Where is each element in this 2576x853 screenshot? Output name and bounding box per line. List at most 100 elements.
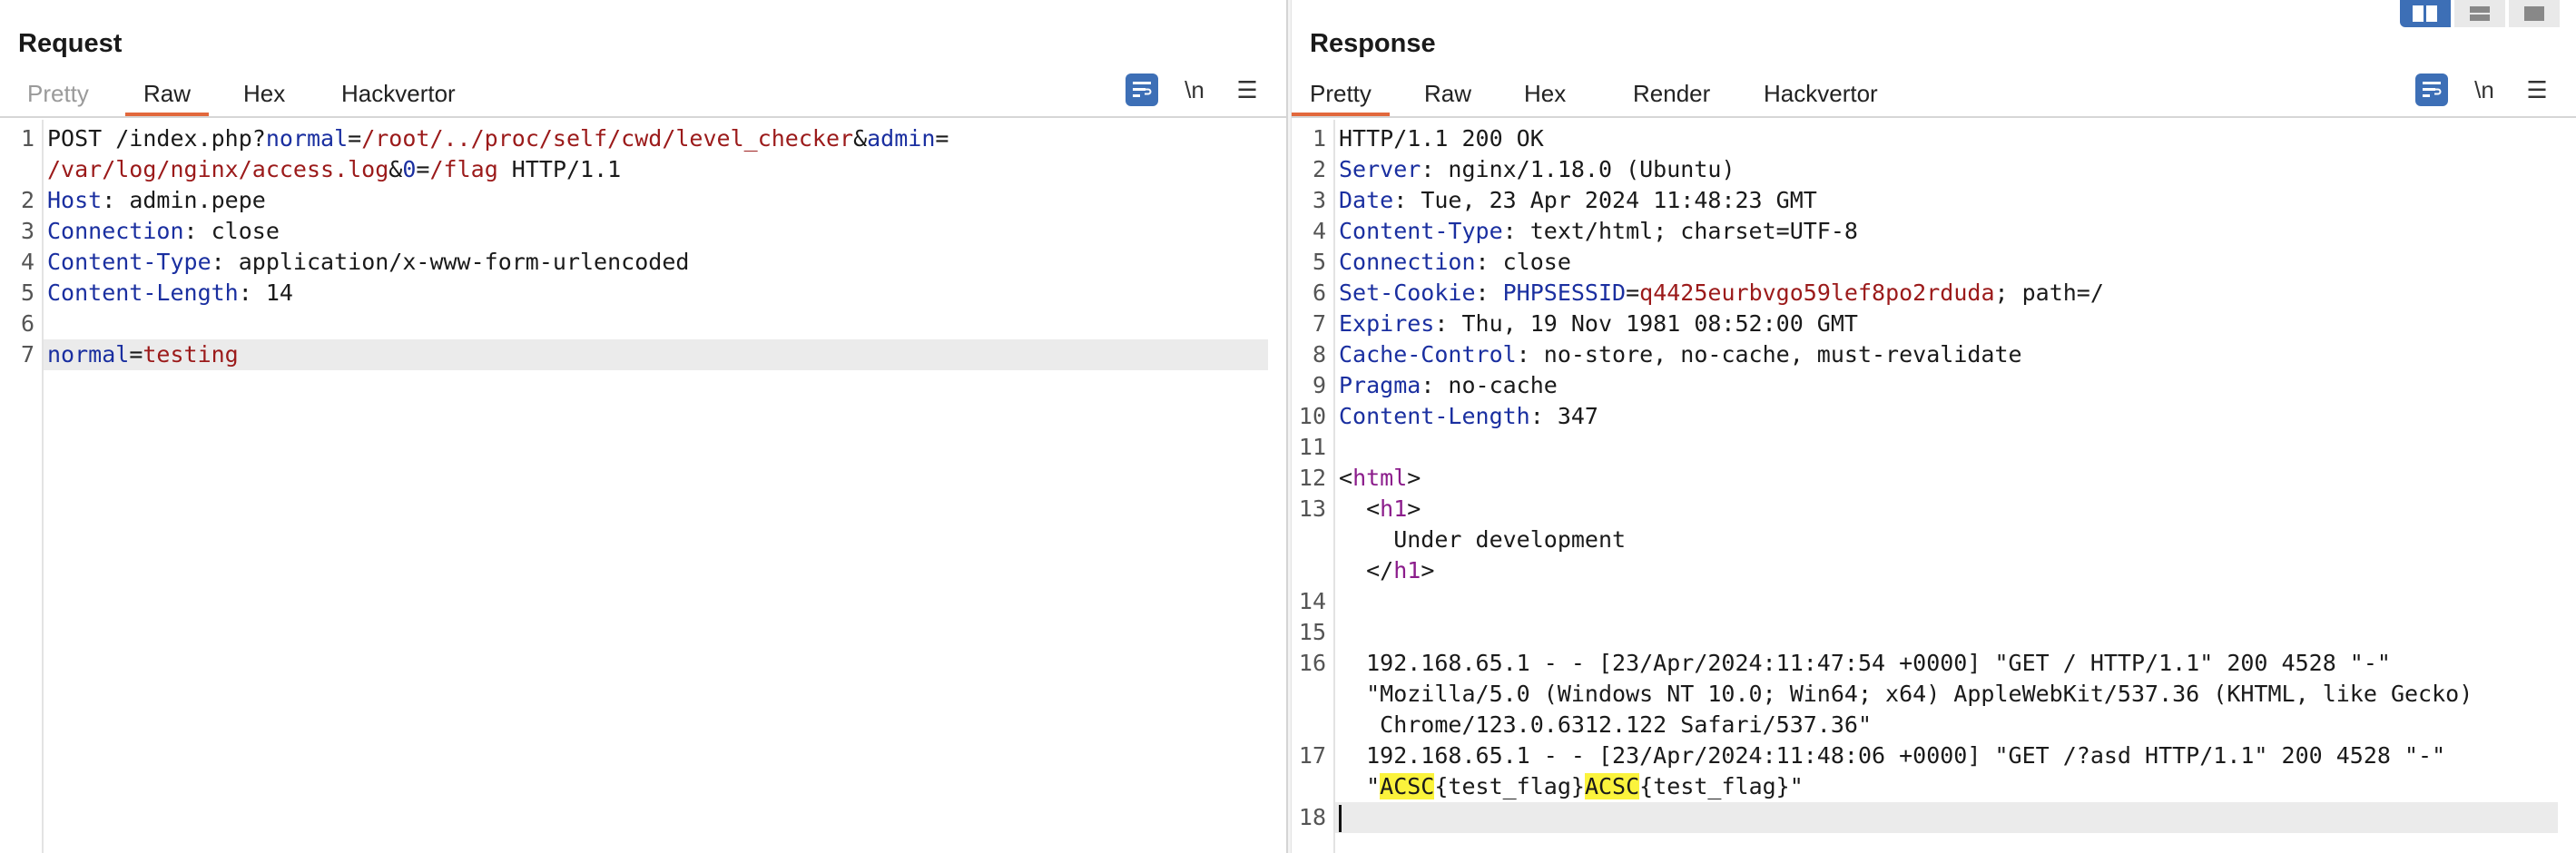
line-number: 15 bbox=[1298, 619, 1326, 645]
code-text: : admin.pepe bbox=[102, 187, 266, 213]
line-number: 3 bbox=[1312, 187, 1326, 213]
code-text: : close bbox=[183, 218, 280, 244]
code-line: Server: nginx/1.18.0 (Ubuntu) bbox=[1339, 156, 1735, 182]
request-tabs: Pretty Raw Hex Hackvertor bbox=[0, 73, 1286, 118]
word-wrap-toggle-icon[interactable] bbox=[1126, 74, 1158, 106]
request-editor[interactable]: 1234567 POST /index.php?normal=/root/../… bbox=[0, 120, 1286, 853]
code-text: & bbox=[853, 125, 868, 152]
header-name: Connection bbox=[1339, 249, 1476, 275]
line-number: 8 bbox=[1312, 341, 1326, 368]
header-name: Content-Type bbox=[1339, 218, 1503, 244]
code-line: Content-Length: 14 bbox=[47, 279, 293, 306]
code-line: Set-Cookie: PHPSESSID=q4425eurbvgo59lef8… bbox=[1339, 279, 2104, 306]
tab-hackvertor[interactable]: Hackvertor bbox=[323, 78, 474, 113]
show-newlines-toggle[interactable]: \n bbox=[1178, 74, 1211, 106]
code-text: {test_flag}" bbox=[1639, 773, 1804, 799]
header-name: Expires bbox=[1339, 310, 1435, 337]
menu-icon[interactable]: ☰ bbox=[1231, 74, 1263, 106]
line-number: 18 bbox=[1298, 804, 1326, 830]
code-text: > bbox=[1407, 495, 1421, 522]
line-number: 1 bbox=[20, 125, 34, 152]
header-name: Connection bbox=[47, 218, 184, 244]
code-line: Cache-Control: no-store, no-cache, must-… bbox=[1339, 341, 2022, 368]
code-text: : close bbox=[1475, 249, 1571, 275]
code-line: /var/log/nginx/access.log&0=/flag HTTP/1… bbox=[47, 156, 621, 182]
html-tag: h1 bbox=[1380, 495, 1408, 522]
line-number: 5 bbox=[1312, 249, 1326, 275]
code-text: : Tue, 23 Apr 2024 11:48:23 GMT bbox=[1393, 187, 1817, 213]
text-caret bbox=[1339, 805, 1342, 832]
header-name: PHPSESSID bbox=[1502, 279, 1627, 306]
code-line bbox=[1339, 804, 1342, 832]
line-number: 2 bbox=[20, 187, 34, 213]
line-number: 7 bbox=[20, 341, 34, 368]
param-value: testing bbox=[143, 341, 239, 368]
code-text: : application/x-www-form-urlencoded bbox=[211, 249, 690, 275]
code-text: : text/html; charset=UTF-8 bbox=[1502, 218, 1858, 244]
html-tag: html bbox=[1352, 465, 1408, 491]
search-match: ACSC bbox=[1380, 773, 1435, 799]
request-pane: Request Pretty Raw Hex Hackvertor \n ☰ 1… bbox=[0, 0, 1286, 853]
code-text: : 347 bbox=[1529, 403, 1598, 429]
header-name: Pragma bbox=[1339, 372, 1421, 398]
param-value: q4425eurbvgo59lef8po2rduda bbox=[1639, 279, 1995, 306]
line-number: 12 bbox=[1298, 465, 1326, 491]
code-line: Under development bbox=[1339, 526, 1626, 553]
code-line: 192.168.65.1 - - [23/Apr/2024:11:48:06 +… bbox=[1339, 742, 2445, 769]
param-value: /var/log/nginx/access.log bbox=[47, 156, 389, 182]
code-text: " bbox=[1339, 773, 1381, 799]
response-editor[interactable]: 1 2 3 4 5 6 7 8 9 10 11 12 13 14 15 16 17 18 HTTP/1.1 200… bbox=[1292, 120, 2576, 853]
code-text: : no-store, no-cache, must-revalidate bbox=[1516, 341, 2022, 368]
header-name: Server bbox=[1339, 156, 1421, 182]
code-text: Chrome/123.0.6312.122 Safari/537.36" bbox=[1339, 711, 1872, 738]
header-name: Set-Cookie bbox=[1339, 279, 1476, 306]
header-name: Host bbox=[47, 187, 103, 213]
tab-pretty[interactable]: Pretty bbox=[1292, 78, 1390, 116]
tab-pretty[interactable]: Pretty bbox=[9, 78, 107, 113]
line-number: 1 bbox=[1312, 125, 1326, 152]
line-number: 7 bbox=[1312, 310, 1326, 337]
code-line: Expires: Thu, 19 Nov 1981 08:52:00 GMT bbox=[1339, 310, 1858, 337]
line-number: 17 bbox=[1298, 742, 1326, 769]
header-name: admin bbox=[867, 125, 936, 152]
response-pane: Response Pretty Raw Hex Render Hackverto… bbox=[1292, 0, 2576, 853]
code-text: HTTP/1.1 200 OK bbox=[1339, 125, 1544, 152]
tab-hex[interactable]: Hex bbox=[1506, 78, 1584, 113]
line-number: 4 bbox=[20, 249, 34, 275]
menu-icon[interactable]: ☰ bbox=[2521, 74, 2553, 106]
code-text: > bbox=[1421, 557, 1435, 583]
response-tabs: Pretty Raw Hex Render Hackvertor bbox=[1292, 73, 2576, 118]
line-number: 9 bbox=[1312, 372, 1326, 398]
code-text: : nginx/1.18.0 (Ubuntu) bbox=[1421, 156, 1735, 182]
code-line: POST /index.php?normal=/root/../proc/sel… bbox=[47, 125, 949, 152]
tab-hex[interactable]: Hex bbox=[225, 78, 303, 113]
code-text: : 14 bbox=[238, 279, 293, 306]
code-text: POST /index.php? bbox=[47, 125, 266, 152]
line-number: 11 bbox=[1298, 434, 1326, 460]
line-number: 4 bbox=[1312, 218, 1326, 244]
tab-raw[interactable]: Raw bbox=[125, 78, 210, 116]
code-line: Date: Tue, 23 Apr 2024 11:48:23 GMT bbox=[1339, 187, 1817, 213]
code-text: = bbox=[416, 156, 430, 182]
request-title: Request bbox=[18, 29, 123, 58]
line-number-gutter: 1 2 3 4 5 6 7 8 9 10 11 12 13 14 15 16 17 18 bbox=[1292, 120, 1335, 853]
code-line: Host: admin.pepe bbox=[47, 187, 266, 213]
code-line: "ACSC{test_flag}ACSC{test_flag}" bbox=[1339, 773, 1804, 799]
search-match: ACSC bbox=[1584, 773, 1640, 799]
word-wrap-toggle-icon[interactable] bbox=[2415, 74, 2448, 106]
tab-raw[interactable]: Raw bbox=[1406, 78, 1490, 113]
code-text: 192.168.65.1 - - [23/Apr/2024:11:48:06 +… bbox=[1339, 742, 2446, 769]
show-newlines-toggle[interactable]: \n bbox=[2468, 74, 2501, 106]
line-number: 2 bbox=[1312, 156, 1326, 182]
line-number: 14 bbox=[1298, 588, 1326, 614]
code-text: : Thu, 19 Nov 1981 08:52:00 GMT bbox=[1434, 310, 1858, 337]
tab-hackvertor[interactable]: Hackvertor bbox=[1745, 78, 1896, 113]
code-line: normal=testing bbox=[47, 341, 239, 368]
code-text: & bbox=[388, 156, 403, 182]
header-name: Content-Length bbox=[1339, 403, 1530, 429]
code-text: = bbox=[935, 125, 949, 152]
header-name: Content-Length bbox=[47, 279, 239, 306]
tab-render[interactable]: Render bbox=[1615, 78, 1728, 113]
param-value: /root/../proc/self/cwd/level_checker bbox=[361, 125, 854, 152]
code-text: ; path=/ bbox=[1994, 279, 2104, 306]
